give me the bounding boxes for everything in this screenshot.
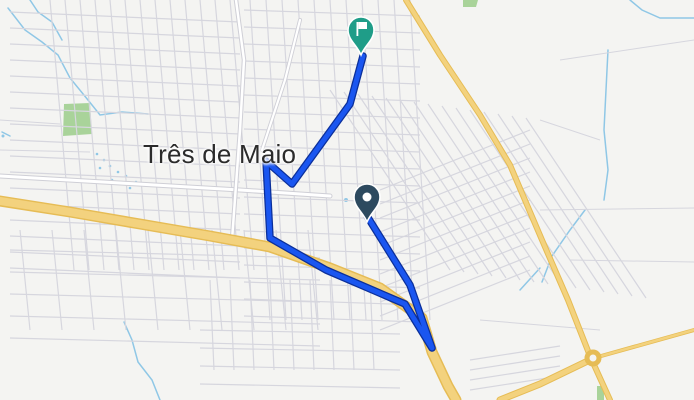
park-area <box>63 103 92 136</box>
map-canvas[interactable] <box>0 0 694 400</box>
park-area <box>463 0 478 7</box>
city-label: Três de Maio <box>143 139 297 169</box>
map-view[interactable]: Três de Maio <box>0 0 694 400</box>
pin-dot <box>362 192 372 202</box>
